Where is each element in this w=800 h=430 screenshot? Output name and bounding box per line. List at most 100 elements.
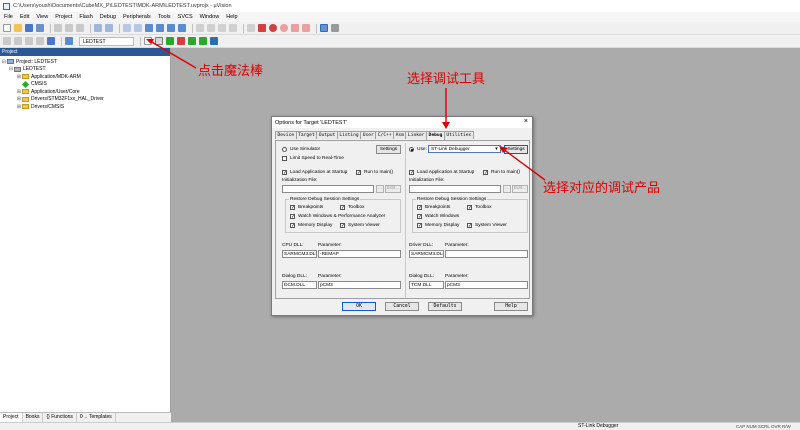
driver-param-field[interactable] — [445, 250, 528, 258]
undo-icon[interactable] — [94, 24, 102, 32]
checkbox[interactable]: ✓ — [356, 170, 361, 176]
clear-bookmarks-icon[interactable] — [178, 24, 186, 32]
menu-edit[interactable]: Edit — [20, 14, 29, 20]
watch-windows-checkbox[interactable]: ✓ Watch Windows — [417, 214, 459, 220]
save-icon[interactable] — [25, 24, 33, 32]
target-select[interactable]: LEDTEST — [79, 36, 134, 46]
select-packs-icon[interactable] — [188, 37, 196, 45]
pack-installer-icon[interactable] — [177, 37, 185, 45]
memory-display-checkbox[interactable]: ✓ Memory Display — [290, 223, 332, 229]
prev-bookmark-icon[interactable] — [156, 24, 164, 32]
checkbox[interactable]: ✓ — [467, 223, 472, 229]
menu-window[interactable]: Window — [200, 14, 220, 20]
save-all-icon[interactable] — [36, 24, 44, 32]
use-simulator-radio[interactable]: Use Simulator — [282, 147, 320, 152]
tab-cc[interactable]: C/C++ — [375, 131, 395, 139]
toolbox-checkbox[interactable]: ✓ Toolbox — [467, 205, 492, 211]
manage-rte-icon[interactable] — [210, 37, 218, 45]
tab-device[interactable]: Device — [275, 131, 297, 139]
checkbox[interactable]: ✓ — [483, 170, 488, 176]
menu-flash[interactable]: Flash — [79, 14, 92, 20]
comment-icon[interactable] — [218, 24, 226, 32]
radio-button[interactable] — [409, 147, 414, 152]
driver-dll-field[interactable]: SARMCM3.DLL — [409, 250, 444, 258]
menu-tools[interactable]: Tools — [158, 14, 171, 20]
tab-listing[interactable]: Listing — [336, 131, 362, 139]
tab-books[interactable]: Books — [23, 413, 44, 422]
ok-button[interactable]: OK — [342, 302, 376, 311]
load-icon[interactable] — [65, 37, 73, 45]
checkbox[interactable]: ✓ — [417, 205, 422, 211]
init-file-input[interactable] — [282, 185, 374, 193]
checkbox[interactable]: ✓ — [290, 205, 295, 211]
menu-svcs[interactable]: SVCS — [178, 14, 193, 20]
debug-start-icon[interactable] — [258, 24, 266, 32]
tab-project[interactable]: Project — [0, 413, 23, 422]
build-icon[interactable] — [14, 37, 22, 45]
open-file-icon[interactable] — [14, 24, 22, 32]
tab-target[interactable]: Target — [295, 131, 318, 139]
edit-init-button[interactable]: Edit... — [385, 185, 401, 193]
uncomment-icon[interactable] — [229, 24, 237, 32]
menu-project[interactable]: Project — [55, 14, 72, 20]
download-icon[interactable] — [47, 37, 55, 45]
breakpoints-checkbox[interactable]: ✓ Breakpoints — [417, 205, 450, 211]
paste-icon[interactable] — [76, 24, 84, 32]
find-icon[interactable] — [247, 24, 255, 32]
dialog-dll-field[interactable]: TCM.DLL — [409, 281, 444, 289]
tab-output[interactable]: Output — [316, 131, 338, 139]
cpu-dll-field[interactable]: SARMCM3.DLL — [282, 250, 317, 258]
checkbox[interactable] — [282, 156, 287, 161]
toolbox-checkbox[interactable]: ✓ Toolbox — [340, 205, 365, 211]
checkbox[interactable]: ✓ — [417, 223, 422, 229]
dialog-dll-field[interactable]: DCM.DLL — [282, 281, 317, 289]
kill-breakpoints-icon[interactable] — [302, 24, 310, 32]
tree-group[interactable]: ⊞ Drivers/STM32F1xx_HAL_Driver — [0, 96, 170, 104]
redo-icon[interactable] — [105, 24, 113, 32]
tab-functions[interactable]: {} Functions — [43, 413, 77, 422]
run-to-main-checkbox[interactable]: ✓ Run to main() — [356, 170, 393, 176]
checkbox[interactable]: ✓ — [417, 214, 422, 220]
tree-target[interactable]: ⊟ LEDTEST — [0, 66, 170, 74]
unindent-icon[interactable] — [207, 24, 215, 32]
clear-breakpoints-icon[interactable] — [291, 24, 299, 32]
debugger-dropdown[interactable]: ST-Link Debugger ▾ — [428, 145, 501, 153]
checkbox[interactable]: ✓ — [409, 170, 414, 176]
close-icon[interactable]: × — [524, 118, 528, 125]
copy-icon[interactable] — [65, 24, 73, 32]
dialog-param-field[interactable]: pCM3 — [318, 281, 401, 289]
debugger-settings-button[interactable]: Settings — [504, 145, 528, 154]
load-app-checkbox[interactable]: ✓ Load Application at Startup — [282, 170, 347, 176]
tab-debug[interactable]: Debug — [426, 131, 445, 140]
tree-group[interactable]: CMSIS — [0, 80, 170, 89]
configure-icon[interactable] — [331, 24, 339, 32]
tab-asm[interactable]: Asm — [393, 131, 407, 139]
tab-user[interactable]: User — [360, 131, 377, 139]
disable-breakpoint-icon[interactable] — [280, 24, 288, 32]
limit-speed-checkbox[interactable]: Limit Speed to Real-Time — [282, 156, 344, 161]
run-to-main-checkbox[interactable]: ✓ Run to main() — [483, 170, 520, 176]
tab-linker[interactable]: Linker — [405, 131, 428, 139]
help-button[interactable]: Help — [494, 302, 528, 311]
simulator-settings-button[interactable]: Settings — [376, 145, 401, 154]
rebuild-icon[interactable] — [25, 37, 33, 45]
options-for-target-icon[interactable] — [144, 37, 152, 45]
use-debugger-radio[interactable]: Use: — [409, 147, 427, 152]
watch-windows-checkbox[interactable]: ✓ Watch Windows & Performance Analyzer — [290, 214, 385, 220]
checkbox[interactable]: ✓ — [340, 205, 345, 211]
browse-button[interactable]: ... — [503, 185, 511, 193]
indent-icon[interactable] — [196, 24, 204, 32]
new-file-icon[interactable] — [3, 24, 11, 32]
cpu-param-field[interactable]: -REMAP — [318, 250, 401, 258]
edit-init-button[interactable]: Edit... — [512, 185, 528, 193]
batch-build-icon[interactable] — [36, 37, 44, 45]
menu-file[interactable]: File — [4, 14, 13, 20]
menu-debug[interactable]: Debug — [100, 14, 116, 20]
checkbox[interactable]: ✓ — [340, 223, 345, 229]
cancel-button[interactable]: Cancel — [385, 302, 419, 311]
checkbox[interactable]: ✓ — [290, 223, 295, 229]
menu-peripherals[interactable]: Peripherals — [123, 14, 151, 20]
tree-root[interactable]: ⊟ Project: LEDTEST — [0, 58, 170, 66]
dialog-param-field[interactable]: pCM3 — [445, 281, 528, 289]
bookmark-icon[interactable] — [145, 24, 153, 32]
